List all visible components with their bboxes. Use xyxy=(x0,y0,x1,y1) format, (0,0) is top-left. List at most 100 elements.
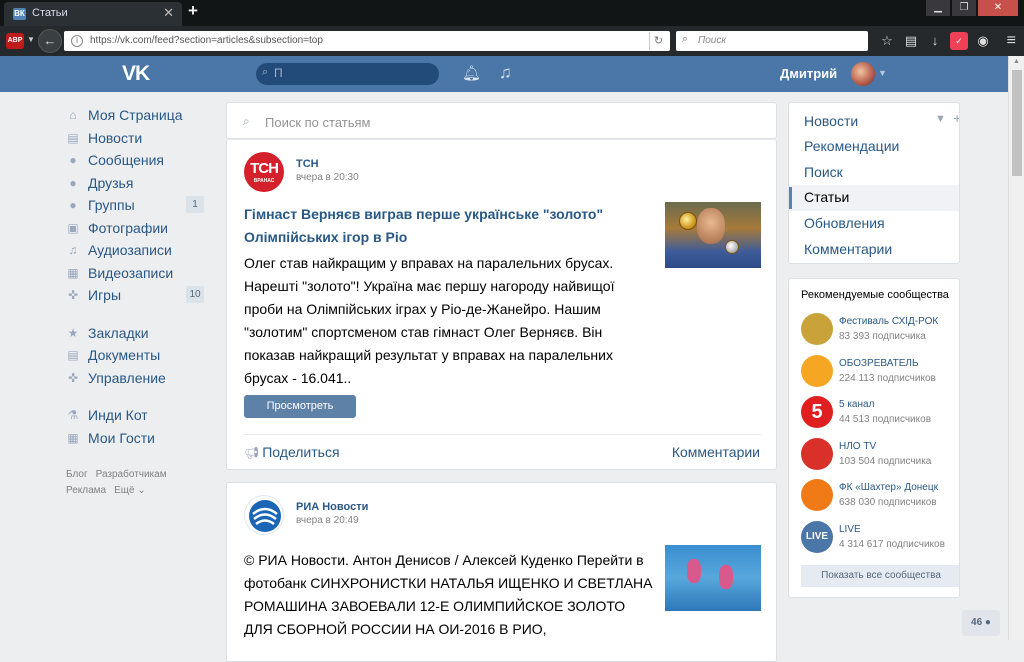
source-name[interactable]: ТСН xyxy=(296,158,319,170)
source-name[interactable]: РИА Новости xyxy=(296,501,368,513)
avatar[interactable] xyxy=(851,62,875,86)
right-menu-item-comments[interactable]: Комментарии xyxy=(804,241,892,257)
community-avatar[interactable] xyxy=(801,479,833,511)
browser-search-input[interactable]: ⌕ Поиск xyxy=(676,31,868,51)
sidebar-item[interactable]: ♫ Аудиозаписи xyxy=(66,239,206,262)
post-title[interactable]: Гімнаст Верняєв виграв перше українське … xyxy=(244,203,656,249)
community-item[interactable]: Фестиваль СХІД-РОК 83 393 подписчика xyxy=(801,313,959,349)
right-menu-item-search[interactable]: Поиск xyxy=(804,164,843,180)
vk-search-input[interactable]: ⌕ П xyxy=(256,63,439,85)
show-all-communities-button[interactable]: Показать все сообщества xyxy=(801,565,959,587)
url-bar[interactable]: i https://vk.com/feed?section=articles&s… xyxy=(64,31,670,51)
friends-icon: ● xyxy=(69,175,77,190)
chevron-down-icon[interactable]: ▼ xyxy=(878,68,887,78)
page-scrollbar[interactable]: ▲ xyxy=(1008,56,1024,640)
close-tab-icon[interactable]: ✕ xyxy=(163,5,174,21)
vk-logo[interactable]: VK xyxy=(122,62,150,86)
minimize-button[interactable]: ▁ xyxy=(926,0,950,16)
sidebar-item[interactable]: ⚗ Инди Кот xyxy=(66,404,206,427)
community-name[interactable]: ФК «Шахтер» Донецк xyxy=(839,482,938,493)
friends-online-counter[interactable]: 46 ● xyxy=(962,610,1000,636)
back-button[interactable]: ← xyxy=(38,29,62,53)
extension-icon[interactable]: ◉ xyxy=(974,32,992,50)
share-button[interactable]: 📢︎ Поделиться xyxy=(244,444,340,460)
community-name[interactable]: Фестиваль СХІД-РОК xyxy=(839,316,938,327)
community-avatar-label: LIVE xyxy=(805,530,829,542)
sidebar-item[interactable]: ▦ Мои Гости xyxy=(66,427,206,450)
news-icon: ▤ xyxy=(67,130,79,145)
bookmark-star-icon[interactable]: ☆ xyxy=(878,32,896,50)
footer-link-more[interactable]: Ещё ⌄ xyxy=(114,485,146,496)
sidebar-item[interactable]: ● Группы 1 xyxy=(66,194,206,217)
menu-icon[interactable]: ≡ xyxy=(1007,32,1016,50)
sidebar-item[interactable]: ● Друзья xyxy=(66,172,206,195)
adblock-icon[interactable]: ABP xyxy=(6,33,24,49)
post-thumbnail[interactable] xyxy=(665,545,761,611)
filter-icon[interactable]: ▼ xyxy=(935,113,946,125)
maximize-button[interactable]: ❐ xyxy=(952,0,976,16)
community-name[interactable]: LIVE xyxy=(839,524,861,535)
footer-link-blog[interactable]: Блог xyxy=(66,469,88,480)
count-badge: 1 xyxy=(186,196,204,213)
divider xyxy=(244,434,761,435)
silver-medal-image xyxy=(725,240,739,254)
view-article-button[interactable]: Просмотреть xyxy=(244,395,356,418)
close-window-button[interactable]: ✕ xyxy=(978,0,1018,16)
sidebar-item-label: Видеозаписи xyxy=(88,264,174,281)
browser-tab[interactable]: ВК Статьи ✕ xyxy=(4,2,182,26)
search-icon: ⌕ xyxy=(243,114,250,128)
community-avatar[interactable]: 5 xyxy=(801,396,833,428)
sidebar-item[interactable]: ● Сообщения xyxy=(66,149,206,172)
sidebar-item[interactable]: ▤ Новости xyxy=(66,127,206,150)
right-menu-item-news[interactable]: Новости xyxy=(804,113,858,129)
right-menu-item-recommendations[interactable]: Рекомендации xyxy=(804,138,899,154)
reload-icon[interactable]: ↻ xyxy=(649,32,667,50)
adblock-dropdown-icon[interactable]: ▼ xyxy=(27,35,35,44)
community-avatar[interactable] xyxy=(801,437,833,470)
post-thumbnail[interactable] xyxy=(665,202,761,268)
sidebar-item-label: Документы xyxy=(88,347,161,364)
community-avatar[interactable] xyxy=(801,354,833,387)
user-name[interactable]: Дмитрий xyxy=(780,66,837,81)
footer-link-dev[interactable]: Разработчикам xyxy=(96,469,167,480)
right-menu-item-articles[interactable]: Статьи xyxy=(804,189,849,205)
article-search-input[interactable]: ⌕ Поиск по статьям xyxy=(226,102,777,139)
apps-icon: ▦ xyxy=(67,430,79,445)
community-subscribers: 224 113 подписчиков xyxy=(839,372,936,384)
sidebar-item[interactable]: ▤ Документы xyxy=(66,344,206,367)
reading-list-icon[interactable]: ▤ xyxy=(902,32,920,50)
community-avatar[interactable] xyxy=(801,313,833,345)
right-menu-item-updates[interactable]: Обновления xyxy=(804,215,885,231)
sidebar-item[interactable]: ▦ Видеозаписи xyxy=(66,262,206,285)
sidebar-item[interactable]: ✜ Управление xyxy=(66,367,206,390)
music-icon[interactable]: ♫ xyxy=(499,63,512,83)
community-name[interactable]: НЛО TV xyxy=(839,441,876,452)
comments-link[interactable]: Комментарии xyxy=(672,444,760,460)
community-item[interactable]: LIVE LIVE 4 314 617 подписчиков xyxy=(801,520,959,557)
info-icon[interactable]: i xyxy=(71,35,83,47)
sidebar-item[interactable]: ▣ Фотографии xyxy=(66,217,206,240)
sidebar-item[interactable]: ★ Закладки xyxy=(66,322,206,345)
download-icon[interactable]: ↓ xyxy=(926,32,944,50)
sidebar-item[interactable]: ⌂ Моя Страница xyxy=(66,104,206,127)
community-name[interactable]: 5 канал xyxy=(839,399,874,410)
post-time[interactable]: вчера в 20:49 xyxy=(296,515,359,526)
source-avatar[interactable] xyxy=(244,495,284,535)
community-item[interactable]: ФК «Шахтер» Донецк 638 030 подписчиков xyxy=(801,479,959,515)
add-icon[interactable]: + xyxy=(953,110,959,126)
sidebar-item[interactable]: ✜ Игры 10 xyxy=(66,284,206,307)
pocket-icon[interactable]: ✓ xyxy=(950,32,968,50)
community-item[interactable]: 5 5 канал 44 513 подписчиков xyxy=(801,396,959,432)
bell-icon[interactable]: 🔔︎ xyxy=(462,64,481,82)
community-item[interactable]: ОБОЗРЕВАТЕЛЬ 224 113 подписчиков xyxy=(801,354,959,391)
post-time[interactable]: вчера в 20:30 xyxy=(296,172,359,183)
scroll-thumb[interactable] xyxy=(1012,70,1022,176)
scroll-up-icon[interactable]: ▲ xyxy=(1013,58,1020,65)
source-avatar[interactable]: ТСН ВРАНАС xyxy=(244,152,284,192)
footer-link-ads[interactable]: Реклама xyxy=(66,485,106,496)
url-text: https://vk.com/feed?section=articles&sub… xyxy=(90,35,323,46)
community-item[interactable]: НЛО TV 103 504 подписчика xyxy=(801,437,959,474)
new-tab-button[interactable]: + xyxy=(188,1,198,21)
community-avatar[interactable]: LIVE xyxy=(801,520,833,553)
community-name[interactable]: ОБОЗРЕВАТЕЛЬ xyxy=(839,358,919,369)
